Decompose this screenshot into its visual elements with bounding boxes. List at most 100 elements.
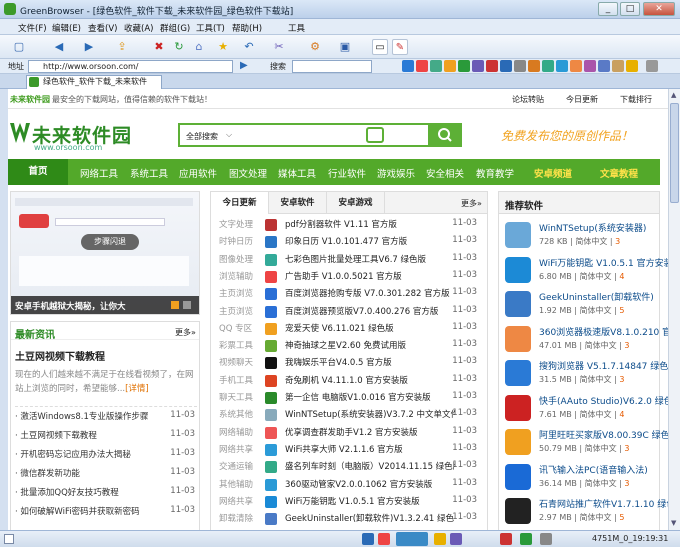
nav-industry[interactable]: 行业软件 [328, 166, 366, 180]
recommend-name[interactable]: 快手(AAuto Studio)V6.2.0 绿色 [539, 394, 668, 407]
software-icon[interactable] [505, 325, 531, 352]
software-icon[interactable] [505, 222, 531, 248]
update-category[interactable]: 视频聊天 [219, 356, 253, 368]
nav-education[interactable]: 教育教学 [476, 166, 514, 180]
music-icon[interactable] [514, 60, 526, 72]
update-row[interactable]: 主页浏览 百度浏览器预览版V7.0.400.276 官方版 11-03 [215, 305, 481, 320]
nav-media[interactable]: 媒体工具 [278, 166, 316, 180]
update-row[interactable]: 时钟日历 印象日历 V1.0.101.477 官方版 11-03 [215, 235, 481, 250]
top-link-rank[interactable]: 下载排行 [620, 94, 652, 105]
recommend-name[interactable]: 搜狗浏览器 V5.1.7.14847 绿色 [539, 359, 668, 372]
update-title[interactable]: 神奇抽球之星V2.60 免费试用版 [285, 339, 455, 351]
update-more-link[interactable]: 更多» [461, 198, 482, 209]
update-category[interactable]: 彩票工具 [219, 339, 253, 351]
software-icon[interactable] [505, 498, 531, 524]
nav-articles[interactable]: 文章教程 [600, 166, 638, 180]
status-block-icon[interactable] [378, 533, 390, 545]
avatar-icon[interactable] [612, 60, 624, 72]
go-icon[interactable]: ▶ [240, 60, 248, 71]
recommend-name[interactable]: 360浏览器极速版V8.1.0.210 官 [539, 325, 668, 338]
update-title[interactable]: WiFi万能钥匙 V1.0.5.1 官方安装版 [285, 495, 455, 507]
favorite-star-icon[interactable]: ★ [214, 38, 232, 56]
recommend-item[interactable]: 石青网站推广软件V1.7.1.10 绿色 2.97 MB | 简体中文 | 5 [505, 494, 668, 530]
news-item-title[interactable]: · 批量添加QQ好友技巧教程 [15, 488, 119, 498]
banner[interactable]: 步骤闪退 安卓手机越狱大揭秘，让你大 [10, 191, 200, 315]
update-title[interactable]: 盛名列车时刻（电脑版）V2014.11.15 绿色版 [285, 460, 455, 472]
update-category[interactable]: 主页浏览 [219, 287, 253, 299]
menu-favorites[interactable]: 收藏(A) [124, 22, 153, 34]
weather-icon[interactable] [556, 60, 568, 72]
software-icon[interactable] [505, 256, 531, 283]
update-row[interactable]: 网络共享 WiFi共享大师 V2.1.1.6 官方版 11-03 [215, 443, 481, 458]
recommend-item[interactable]: 搜狗浏览器 V5.1.7.14847 绿色 31.5 MB | 简体中文 | 3 [505, 356, 668, 392]
update-title[interactable]: 宠爱天使 V6.11.021 绿色版 [285, 322, 455, 334]
news-item-title[interactable]: · 微信群发新功能 [15, 469, 80, 479]
update-title[interactable]: 第一企信 电脑版V1.0.016 官方安装版 [285, 391, 455, 403]
update-row[interactable]: 主页浏览 百度浏览器抢购专版 V7.0.301.282 官方版 11-03 [215, 287, 481, 302]
update-title[interactable]: 360驱动管家V2.0.0.1062 官方安装版 [285, 478, 455, 490]
news-item[interactable]: · 激活Windows8.1专业版操作步骤 11-03 [15, 410, 197, 422]
recommend-item[interactable]: 360浏览器极速版V8.1.0.210 官 47.01 MB | 简体中文 | 3 [505, 322, 668, 358]
bookmark-icon[interactable] [626, 60, 638, 72]
recommend-name[interactable]: WiFi万能钥匙 V1.0.5.1 官方安装 [539, 256, 668, 269]
screenshot-icon[interactable]: ▭ [372, 39, 388, 55]
back-icon[interactable]: ◀ [50, 38, 68, 56]
nav-home[interactable]: 首页 [8, 159, 68, 185]
news-item[interactable]: · 如何破解WiFi密码并获取新密码 11-03 [15, 505, 197, 517]
banner-dot-1[interactable] [171, 301, 179, 309]
update-row[interactable]: 交通运输 盛名列车时刻（电脑版）V2014.11.15 绿色版 11-03 [215, 460, 481, 475]
update-category[interactable]: 浏览辅助 [219, 270, 253, 282]
tab-android-apps[interactable]: 安卓软件 [269, 192, 327, 214]
group-icon[interactable]: ✂ [270, 38, 288, 56]
update-row[interactable]: 视频聊天 我嗨娱乐平台V4.0.5 官方版 11-03 [215, 356, 481, 371]
update-title[interactable]: 广告助手 V1.0.0.5021 官方版 [285, 270, 455, 282]
stop-icon[interactable]: ✖ [150, 38, 168, 56]
chevron-down-icon[interactable]: ⌵ [226, 130, 232, 140]
baidu-icon[interactable] [416, 60, 428, 72]
forum-icon[interactable] [598, 60, 610, 72]
video-icon[interactable] [486, 60, 498, 72]
news-item[interactable]: · 开机密码忘记应用办法大揭秘 11-03 [15, 448, 197, 460]
news-item-title[interactable]: · 开机密码忘记应用办法大揭秘 [15, 450, 131, 460]
update-category[interactable]: 主页浏览 [219, 305, 253, 317]
pen-icon[interactable] [646, 60, 658, 72]
recommend-item[interactable]: 阿里旺旺买家版V8.00.39C 绿色 50.79 MB | 简体中文 | 3 [505, 425, 668, 461]
recommend-name[interactable]: 石青网站推广软件V1.7.1.10 绿色 [539, 497, 668, 510]
game-icon[interactable] [570, 60, 582, 72]
update-category[interactable]: 聊天工具 [219, 391, 253, 403]
update-category[interactable]: 文字处理 [219, 218, 253, 230]
search-scope[interactable]: 全部搜索 [186, 131, 218, 142]
recommend-item[interactable]: GeekUninstaller(卸载软件) 1.92 MB | 简体中文 | 5 [505, 287, 665, 323]
update-title[interactable]: WiFi共享大师 V2.1.1.6 官方版 [285, 443, 455, 455]
status-proxy-icon[interactable] [434, 533, 446, 545]
software-icon[interactable] [505, 463, 531, 490]
book-icon[interactable] [542, 60, 554, 72]
software-icon[interactable] [505, 429, 531, 455]
top-link-forum[interactable]: 论坛转贴 [512, 94, 544, 105]
update-title[interactable]: 百度浏览器抢购专版 V7.0.301.282 官方版 [285, 287, 455, 299]
update-category[interactable]: 网络共享 [219, 443, 253, 455]
menu-edit[interactable]: 编辑(E) [52, 22, 81, 34]
recommend-name[interactable]: 阿里旺旺买家版V8.00.39C 绿色 [539, 428, 668, 441]
update-title[interactable]: 奇兔刷机 V4.11.1.0 官方安装版 [285, 374, 455, 386]
nav-apps[interactable]: 应用软件 [179, 166, 217, 180]
tab-active[interactable]: 绿色软件_软件下载_未来软件 [26, 75, 162, 89]
refresh-icon[interactable]: ↻ [170, 38, 188, 56]
update-category[interactable]: 系统其他 [219, 408, 253, 420]
vertical-scrollbar[interactable]: ▲ ▼ [668, 89, 680, 530]
nav-system[interactable]: 系统工具 [130, 166, 168, 180]
news-item[interactable]: · 批量添加QQ好友技巧教程 11-03 [15, 486, 197, 498]
update-row[interactable]: 卸载清除 GeekUninstaller(卸载软件)V1.3.2.41 绿色 11-… [215, 512, 481, 527]
site-top-brand[interactable]: 未来软件园 [10, 94, 50, 105]
recommend-name[interactable]: WinNTSetup(系统安装器) [539, 221, 668, 234]
up-folder-icon[interactable]: ⇪ [113, 38, 131, 56]
tools-gear-icon[interactable]: ⚙ [306, 38, 324, 56]
map-icon[interactable] [500, 60, 512, 72]
scrollbar-thumb[interactable] [670, 103, 679, 203]
update-title[interactable]: pdf分割器软件 V1.11 官方版 [285, 218, 455, 230]
news-more-link[interactable]: 更多» [175, 327, 196, 338]
status-image-icon[interactable] [520, 533, 532, 545]
news-item[interactable]: · 土豆网视频下载教程 11-03 [15, 429, 197, 441]
recommend-item[interactable]: WiFi万能钥匙 V1.0.5.1 官方安装 6.80 MB | 简体中文 | 4 [505, 253, 668, 289]
maximize-button[interactable]: □ [620, 2, 640, 16]
